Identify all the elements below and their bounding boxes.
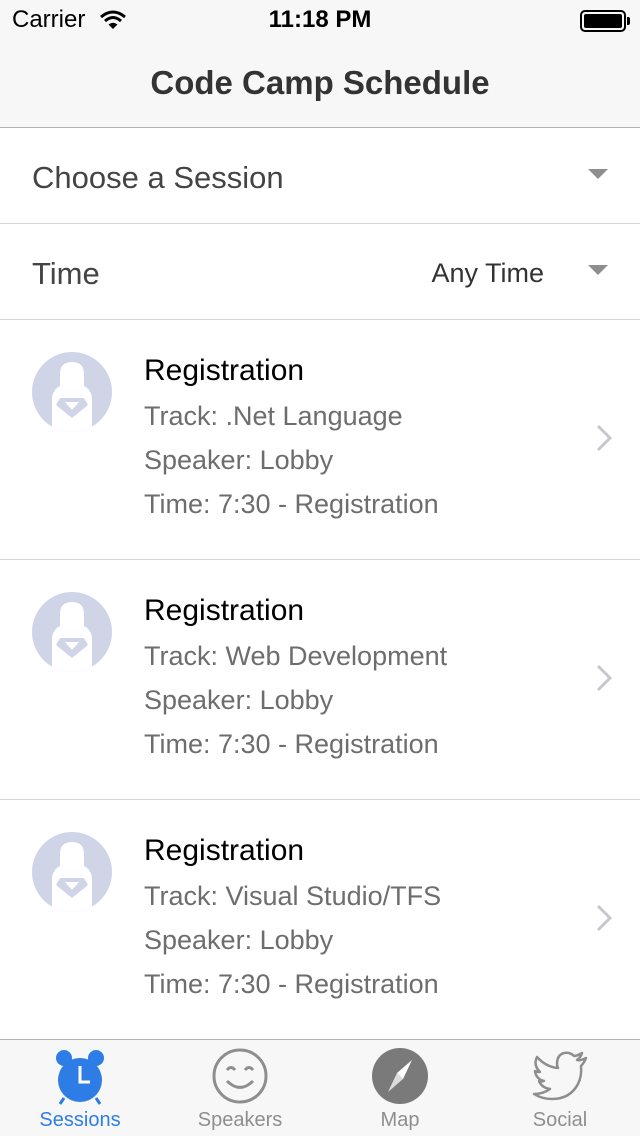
tab-map[interactable]: Map xyxy=(320,1040,480,1136)
tab-social[interactable]: Social xyxy=(480,1040,640,1136)
time-picker[interactable]: Time Any Time xyxy=(0,224,640,320)
chevron-right-icon xyxy=(596,424,613,457)
alarm-clock-icon xyxy=(50,1046,110,1106)
session-track: Track: Visual Studio/TFS xyxy=(144,881,442,911)
session-speaker: Speaker: Lobby xyxy=(144,685,334,715)
session-speaker: Speaker: Lobby xyxy=(144,925,334,955)
session-speaker: Speaker: Lobby xyxy=(144,445,334,475)
tab-label: Sessions xyxy=(39,1109,121,1131)
speaker-avatar-icon xyxy=(32,832,112,912)
time-picker-value: Any Time xyxy=(431,258,544,288)
tab-label: Speakers xyxy=(197,1109,283,1131)
chevron-right-icon xyxy=(596,664,613,697)
session-time: Time: 7:30 - Registration xyxy=(144,729,439,759)
tab-label: Social xyxy=(532,1109,588,1131)
status-time: 11:18 PM xyxy=(268,6,372,33)
chevron-right-icon xyxy=(596,904,613,937)
session-track: Track: Web Development xyxy=(144,641,448,671)
session-row[interactable]: Registration Track: Visual Studio/TFS Sp… xyxy=(0,800,640,1040)
dropdown-caret-icon xyxy=(588,265,608,275)
session-picker-label: Choose a Session xyxy=(32,160,284,195)
session-list: Registration Track: .Net Language Speake… xyxy=(0,320,640,1040)
tab-sessions[interactable]: Sessions xyxy=(0,1040,160,1136)
session-time: Time: 7:30 - Registration xyxy=(144,969,439,999)
session-row[interactable]: Registration Track: Web Development Spea… xyxy=(0,560,640,800)
session-picker[interactable]: Choose a Session xyxy=(0,128,640,224)
tab-speakers[interactable]: Speakers xyxy=(160,1040,320,1136)
dropdown-caret-icon xyxy=(588,169,608,179)
battery-icon xyxy=(580,10,630,32)
session-track: Track: .Net Language xyxy=(144,401,403,431)
tab-label: Map xyxy=(380,1109,420,1131)
session-title: Registration xyxy=(144,594,305,627)
tab-bar: Sessions Speakers Map Social xyxy=(0,1039,640,1136)
status-bar: Carrier 11:18 PM xyxy=(0,0,640,40)
session-title: Registration xyxy=(144,354,305,387)
session-row[interactable]: Registration Track: .Net Language Speake… xyxy=(0,320,640,560)
compass-icon xyxy=(370,1046,430,1106)
twitter-bird-icon xyxy=(530,1046,590,1106)
smiley-face-icon xyxy=(210,1046,270,1106)
speaker-avatar-icon xyxy=(32,592,112,672)
session-time: Time: 7:30 - Registration xyxy=(144,489,439,519)
navigation-bar: Code Camp Schedule xyxy=(0,40,640,128)
session-title: Registration xyxy=(144,834,305,867)
speaker-avatar-icon xyxy=(32,352,112,432)
page-title: Code Camp Schedule xyxy=(150,64,490,101)
time-picker-label: Time xyxy=(32,256,100,291)
